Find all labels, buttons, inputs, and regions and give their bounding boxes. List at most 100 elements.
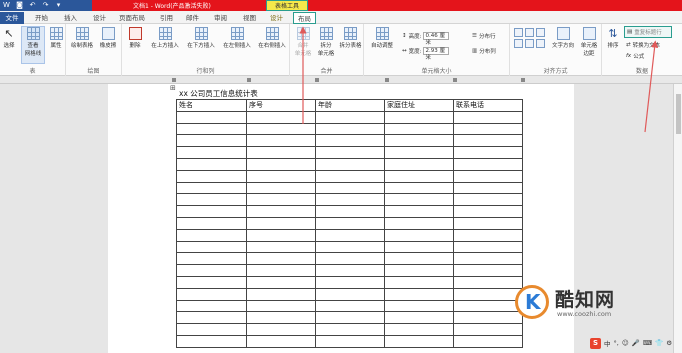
table-cell[interactable] <box>384 299 454 313</box>
table-cell[interactable] <box>384 122 454 136</box>
table-move-handle-icon[interactable]: ⊞ <box>170 84 176 92</box>
table-cell[interactable] <box>315 122 385 136</box>
header-cell-age[interactable]: 年龄 <box>315 99 385 112</box>
table-cell[interactable] <box>384 169 454 183</box>
formula-button[interactable]: fx 公式 <box>626 52 644 60</box>
table-cell[interactable] <box>176 157 247 171</box>
table-cell[interactable] <box>315 169 385 183</box>
table-cell[interactable] <box>246 252 316 266</box>
tab-mailings[interactable]: 邮件 <box>186 12 199 24</box>
table-cell[interactable] <box>453 275 523 289</box>
table-cell[interactable] <box>315 134 385 148</box>
table-cell[interactable] <box>176 299 247 313</box>
table-cell[interactable] <box>315 299 385 313</box>
table-cell[interactable] <box>246 228 316 242</box>
table-cell[interactable] <box>176 228 247 242</box>
table-cell[interactable] <box>315 334 385 348</box>
table-cell[interactable] <box>453 252 523 266</box>
table-cell[interactable] <box>246 240 316 254</box>
align-middle-left-icon[interactable] <box>514 39 523 48</box>
tab-review[interactable]: 审阅 <box>214 12 227 24</box>
align-top-center-icon[interactable] <box>525 28 534 37</box>
table-row[interactable] <box>176 287 523 301</box>
width-input[interactable]: 2.93 厘米 <box>423 47 450 61</box>
table-cell[interactable] <box>453 181 523 195</box>
table-cell[interactable] <box>315 146 385 159</box>
table-cell[interactable] <box>315 205 385 218</box>
table-row[interactable] <box>176 205 523 218</box>
table-cell[interactable] <box>176 181 247 195</box>
table-cell[interactable] <box>384 193 454 207</box>
table-cell[interactable] <box>453 122 523 136</box>
ruler-marker[interactable] <box>247 78 251 82</box>
table-cell[interactable] <box>246 205 316 218</box>
table-cell[interactable] <box>315 311 385 325</box>
table-cell[interactable] <box>453 228 523 242</box>
table-cell[interactable] <box>453 146 523 159</box>
ime-punct-icon[interactable]: °, <box>614 339 619 347</box>
ime-emoji-icon[interactable]: ☺ <box>622 339 629 347</box>
split-cells-button[interactable]: 拆分 单元格 <box>315 27 337 57</box>
redo-icon[interactable]: ↷ <box>41 1 50 10</box>
autofit-button[interactable]: 自动调整 <box>367 27 397 49</box>
table-cell[interactable] <box>176 334 247 348</box>
table-cell[interactable] <box>176 323 247 336</box>
table-row[interactable] <box>176 122 523 136</box>
table-cell[interactable] <box>246 264 316 277</box>
properties-button[interactable]: 属性 <box>47 27 65 49</box>
table-cell[interactable] <box>453 323 523 336</box>
table-cell[interactable] <box>315 110 385 124</box>
table-cell[interactable] <box>176 287 247 301</box>
table-cell[interactable] <box>453 193 523 207</box>
table-row[interactable] <box>176 323 523 336</box>
table-row[interactable] <box>176 157 523 171</box>
table-cell[interactable] <box>315 193 385 207</box>
table-cell[interactable] <box>176 134 247 148</box>
table-row[interactable] <box>176 275 523 289</box>
cell-margins-button[interactable]: 单元格 边距 <box>577 27 601 57</box>
table-cell[interactable] <box>315 157 385 171</box>
table-row[interactable] <box>176 252 523 266</box>
table-cell[interactable] <box>176 275 247 289</box>
ruler-marker[interactable] <box>172 78 176 82</box>
employee-info-table[interactable]: 姓名 序号 年龄 家庭住址 联系电话 <box>176 99 523 348</box>
table-cell[interactable] <box>246 122 316 136</box>
table-cell[interactable] <box>384 181 454 195</box>
table-cell[interactable] <box>384 264 454 277</box>
view-gridlines-button[interactable]: 查看 网格线 <box>21 26 45 64</box>
save-icon[interactable]: ◙ <box>15 1 24 10</box>
align-top-right-icon[interactable] <box>536 28 545 37</box>
table-cell[interactable] <box>176 311 247 325</box>
eraser-button[interactable]: 橡皮擦 <box>96 27 120 49</box>
insert-above-button[interactable]: 在上方插入 <box>148 27 182 49</box>
table-cell[interactable] <box>176 169 247 183</box>
tab-table-layout[interactable]: 布局 <box>293 12 316 24</box>
distribute-rows-button[interactable]: ☰ 分布行 <box>472 32 495 40</box>
table-cell[interactable] <box>246 134 316 148</box>
horizontal-ruler[interactable] <box>0 76 682 84</box>
table-cell[interactable] <box>315 228 385 242</box>
table-cell[interactable] <box>176 240 247 254</box>
table-row[interactable] <box>176 110 523 124</box>
table-cell[interactable] <box>246 275 316 289</box>
ime-keyboard-icon[interactable]: ⌨ <box>643 339 652 347</box>
height-input[interactable]: 0.46 厘米 <box>423 32 450 46</box>
table-row[interactable] <box>176 146 523 159</box>
table-title[interactable]: xx 公司员工信息统计表 <box>179 88 258 99</box>
table-cell[interactable] <box>384 205 454 218</box>
tab-table-design[interactable]: 设计 <box>270 12 283 24</box>
table-cell[interactable] <box>315 240 385 254</box>
table-row[interactable] <box>176 216 523 230</box>
table-row[interactable] <box>176 181 523 195</box>
table-cell[interactable] <box>176 146 247 159</box>
table-cell[interactable] <box>176 122 247 136</box>
table-cell[interactable] <box>384 216 454 230</box>
insert-below-button[interactable]: 在下方插入 <box>184 27 218 49</box>
table-cell[interactable] <box>176 193 247 207</box>
ime-skin-icon[interactable]: 👕 <box>655 339 663 347</box>
table-row[interactable] <box>176 240 523 254</box>
table-cell[interactable] <box>453 287 523 301</box>
table-cell[interactable] <box>315 264 385 277</box>
header-cell-phone[interactable]: 联系电话 <box>453 99 523 112</box>
table-row[interactable] <box>176 193 523 207</box>
